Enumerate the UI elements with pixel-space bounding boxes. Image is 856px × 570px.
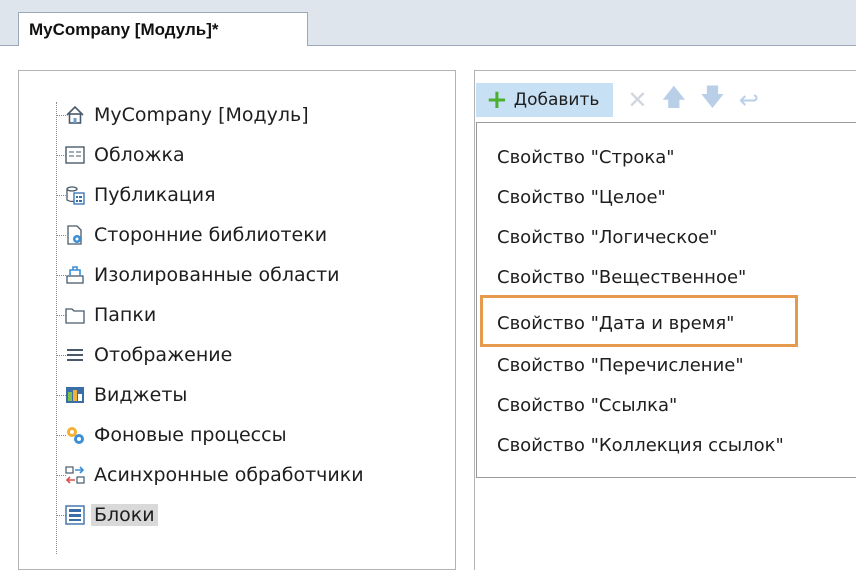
menu-item-boolean[interactable]: Свойство "Логическое" xyxy=(497,219,717,255)
tree-item-blocks[interactable]: Блоки xyxy=(64,498,158,532)
tree-item-publication[interactable]: Публикация xyxy=(64,178,216,212)
home-icon xyxy=(64,104,86,126)
gears-icon xyxy=(64,424,86,446)
menu-item-integer[interactable]: Свойство "Целое" xyxy=(497,179,666,215)
add-property-dropdown: Свойство "Строка" Свойство "Целое" Свойс… xyxy=(476,122,856,478)
tree-item-libraries[interactable]: Сторонние библиотеки xyxy=(64,218,327,252)
isolated-area-icon xyxy=(64,264,86,286)
tree-item-display[interactable]: Отображение xyxy=(64,338,232,372)
menu-item-reference[interactable]: Свойство "Ссылка" xyxy=(497,387,677,423)
undo-icon[interactable]: ↩ xyxy=(739,86,759,114)
add-button-label: Добавить xyxy=(513,90,600,110)
tree-item-background-processes[interactable]: Фоновые процессы xyxy=(64,418,287,452)
tab-content-strip xyxy=(0,46,856,52)
tab-module[interactable]: MyCompany [Модуль]* xyxy=(18,12,308,47)
module-tree: MyCompany [Модуль] Обложка Публикация Ст… xyxy=(18,70,456,570)
tree-item-folders[interactable]: Папки xyxy=(64,298,156,332)
library-gear-icon xyxy=(64,224,86,246)
tree-item-module[interactable]: MyCompany [Модуль] xyxy=(64,98,309,132)
list-icon xyxy=(64,344,86,366)
tree-item-cover[interactable]: Обложка xyxy=(64,138,185,172)
async-arrows-icon xyxy=(64,464,86,486)
publication-icon xyxy=(64,184,86,206)
plus-icon: + xyxy=(486,85,508,115)
tree-item-widgets[interactable]: Виджеты xyxy=(64,378,187,412)
arrow-up-icon[interactable]: 🡅 xyxy=(661,80,686,121)
menu-item-string[interactable]: Свойство "Строка" xyxy=(497,139,675,175)
delete-icon[interactable]: ✕ xyxy=(627,86,647,114)
properties-toolbar: + Добавить ✕ 🡅 🡇 ↩ xyxy=(476,82,759,118)
tree-connector xyxy=(56,102,57,554)
add-button[interactable]: + Добавить xyxy=(476,83,614,117)
widget-icon xyxy=(64,384,86,406)
tree-item-async-handlers[interactable]: Асинхронные обработчики xyxy=(64,458,364,492)
menu-item-decimal[interactable]: Свойство "Вещественное" xyxy=(497,259,746,295)
menu-item-enumeration[interactable]: Свойство "Перечисление" xyxy=(497,347,744,383)
menu-item-datetime[interactable]: Свойство "Дата и время" xyxy=(497,305,734,341)
tab-bar: MyCompany [Модуль]* xyxy=(0,0,856,47)
menu-item-reference-collection[interactable]: Свойство "Коллекция ссылок" xyxy=(497,427,784,463)
folder-icon xyxy=(64,304,86,326)
blocks-icon xyxy=(64,504,86,526)
cover-icon xyxy=(64,144,86,166)
tree-item-isolated-areas[interactable]: Изолированные области xyxy=(64,258,340,292)
arrow-down-icon[interactable]: 🡇 xyxy=(700,80,725,121)
